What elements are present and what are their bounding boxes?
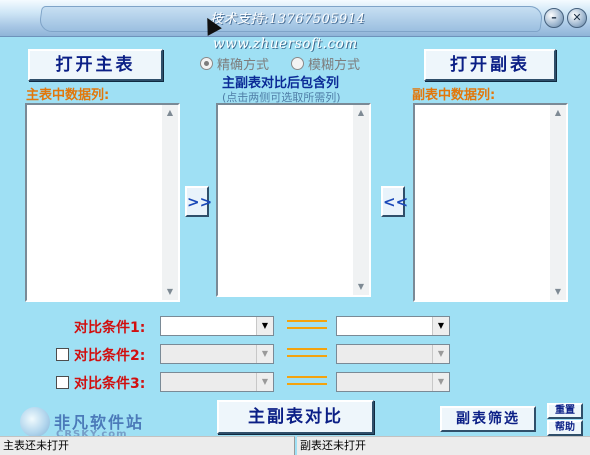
radio-exact-dot: [200, 57, 213, 70]
watermark: 非凡软件站 CRSKY.com: [16, 403, 166, 440]
scroll-down-icon[interactable]: ▼: [162, 284, 178, 300]
chevron-down-icon[interactable]: ▼: [256, 373, 273, 391]
equal-line-icon: [287, 383, 327, 385]
move-left-button[interactable]: <<: [381, 186, 408, 217]
radio-exact-label: 精确方式: [217, 58, 270, 73]
equal-line-icon: [287, 327, 327, 329]
master-columns-label: 主表中数据列:: [26, 88, 110, 103]
master-columns-list[interactable]: ▲ ▼: [25, 103, 180, 302]
sub-list-scrollbar[interactable]: ▲ ▼: [550, 105, 566, 300]
condition-2-label: 对比条件2:: [74, 348, 146, 364]
compare-button[interactable]: 主副表对比: [217, 400, 374, 434]
chevron-down-icon[interactable]: ▼: [256, 345, 273, 363]
chevron-down-icon[interactable]: ▼: [432, 317, 449, 335]
result-columns-list[interactable]: ▲ ▼: [216, 103, 371, 297]
sub-columns-label: 副表中数据列:: [412, 88, 496, 103]
equal-line-icon: [287, 320, 327, 322]
move-right-button[interactable]: >>: [185, 186, 212, 217]
open-master-button[interactable]: 打开主表: [28, 49, 163, 81]
chevron-down-icon[interactable]: ▼: [432, 373, 449, 391]
sub-columns-list[interactable]: ▲ ▼: [413, 103, 568, 302]
condition-2-checkbox[interactable]: [56, 348, 69, 361]
title-bar: 技术支持:13767505914 – ✕: [0, 0, 590, 37]
radio-fuzzy-dot: [291, 57, 304, 70]
sub-filter-button[interactable]: 副表筛选: [440, 406, 536, 432]
tech-support-text: 技术支持:13767505914: [210, 12, 366, 27]
watermark-logo: [20, 407, 50, 437]
website-text: www.zhuersoft.com: [213, 36, 358, 52]
condition-2-right-select[interactable]: ▼: [336, 344, 450, 364]
condition-3-checkbox[interactable]: [56, 376, 69, 389]
condition-2-left-select[interactable]: ▼: [160, 344, 274, 364]
condition-3-left-select[interactable]: ▼: [160, 372, 274, 392]
condition-1-label: 对比条件1:: [74, 320, 146, 336]
scroll-up-icon[interactable]: ▲: [162, 105, 178, 121]
condition-1-left-select[interactable]: ▼: [160, 316, 274, 336]
condition-1-right-select[interactable]: ▼: [336, 316, 450, 336]
help-button[interactable]: 帮助: [547, 420, 583, 436]
result-list-scrollbar[interactable]: ▲ ▼: [353, 105, 369, 295]
radio-exact[interactable]: 精确方式: [200, 54, 269, 73]
scroll-down-icon[interactable]: ▼: [353, 279, 369, 295]
condition-3-label: 对比条件3:: [74, 376, 146, 392]
radio-fuzzy-label: 模糊方式: [308, 58, 361, 73]
open-sub-button[interactable]: 打开副表: [424, 49, 556, 81]
close-icon[interactable]: ✕: [567, 8, 587, 28]
equal-line-icon: [287, 355, 327, 357]
chevron-down-icon[interactable]: ▼: [432, 345, 449, 363]
chevron-down-icon[interactable]: ▼: [256, 317, 273, 335]
radio-fuzzy[interactable]: 模糊方式: [291, 54, 360, 73]
equal-line-icon: [287, 376, 327, 378]
status-master: 主表还未打开: [0, 436, 295, 455]
minimize-icon[interactable]: –: [544, 8, 564, 28]
scroll-down-icon[interactable]: ▼: [550, 284, 566, 300]
scroll-up-icon[interactable]: ▲: [550, 105, 566, 121]
equal-line-icon: [287, 348, 327, 350]
status-sub: 副表还未打开: [297, 436, 590, 455]
scroll-up-icon[interactable]: ▲: [353, 105, 369, 121]
condition-3-right-select[interactable]: ▼: [336, 372, 450, 392]
master-list-scrollbar[interactable]: ▲ ▼: [162, 105, 178, 300]
reset-button[interactable]: 重置: [547, 403, 583, 419]
